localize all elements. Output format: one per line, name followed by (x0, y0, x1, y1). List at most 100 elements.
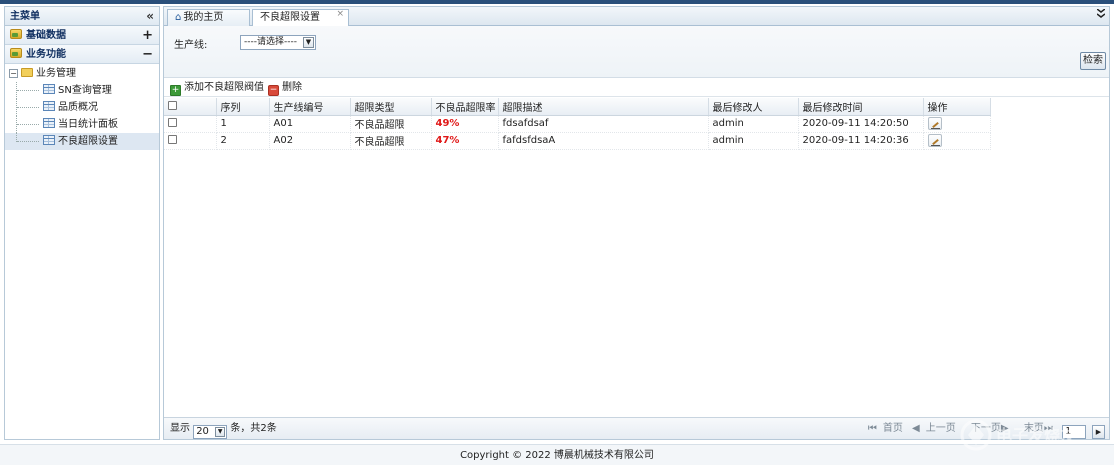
sidebar-item-sn-query[interactable]: SN查询管理 (5, 82, 159, 99)
data-grid: 序列 生产线编号 超限类型 不良品超限率 超限描述 最后修改人 最后修改时间 操… (164, 98, 1110, 150)
tab-scroll-icon[interactable] (1096, 8, 1106, 21)
cell-desc: fafdsfdsaA (498, 132, 709, 150)
row-select-cell (164, 132, 217, 150)
group-label: 业务功能 (26, 49, 66, 60)
tree-line (17, 107, 39, 108)
tab-bar: ⌂ 我的主页 不良超限设置 × (164, 7, 1109, 27)
grid-icon (43, 135, 55, 145)
first-page-button[interactable]: ⏮ 首页 (868, 423, 903, 434)
copyright-text: Copyright © 2022 博晨机械技术有限公司 (460, 450, 654, 461)
production-line-select[interactable]: ----请选择---- ▼ (240, 35, 316, 50)
toolbar: + 添加不良超限阀值 − 删除 (164, 78, 1109, 97)
sidebar-header: 主菜单 « (5, 7, 159, 26)
sidebar-item-quality-overview[interactable]: 品质概况 (5, 99, 159, 116)
select-all-header (164, 98, 217, 116)
col-header[interactable]: 超限描述 (498, 98, 709, 116)
col-header: 操作 (923, 98, 991, 116)
footer: Copyright © 2022 博晨机械技术有限公司 (0, 444, 1114, 465)
cell-type: 不良品超限 (350, 115, 432, 133)
page-number-input[interactable]: 1 (1062, 425, 1086, 439)
sidebar: 主菜单 « 基础数据 + 业务功能 − − 业务管理 SN查询管理 品质概况 当日… (4, 6, 160, 440)
select-all-checkbox[interactable] (168, 100, 177, 110)
tab-home[interactable]: ⌂ 我的主页 (167, 9, 250, 26)
cell-modifier: admin (708, 115, 799, 133)
first-page-label: 首页 (882, 423, 903, 434)
sidebar-item-daily-stats[interactable]: 当日统计面板 (5, 116, 159, 133)
folder-icon (21, 68, 33, 77)
home-icon: ⌂ (175, 12, 182, 23)
tree-line (17, 141, 39, 142)
threshold-table: 序列 生产线编号 超限类型 不良品超限率 超限描述 最后修改人 最后修改时间 操… (164, 98, 991, 150)
col-header[interactable]: 序列 (216, 98, 270, 116)
page-size-value: 20 (196, 426, 209, 437)
col-header[interactable]: 最后修改人 (708, 98, 799, 116)
col-header[interactable]: 最后修改时间 (798, 98, 924, 116)
cell-seq: 1 (216, 115, 270, 133)
sidebar-title: 主菜单 (10, 11, 40, 22)
prev-page-button[interactable]: ◀ 上一页 (912, 423, 956, 434)
filter-bar: 生产线: ----请选择---- ▼ 检索 (164, 26, 1109, 78)
tree-collapse-icon[interactable]: − (9, 69, 18, 78)
sidebar-group-business[interactable]: 业务功能 − (5, 45, 159, 64)
add-label: 添加不良超限阀值 (184, 82, 264, 93)
page-size-control: 显示 20 ▼ 条，共2条 (170, 422, 277, 439)
menu-tree: − 业务管理 SN查询管理 品质概况 当日统计面板 不良超限设置 (5, 64, 159, 150)
row-checkbox[interactable] (168, 118, 177, 127)
sidebar-item-label: 不良超限设置 (58, 136, 118, 147)
edit-icon[interactable] (927, 116, 942, 130)
tab-label: 我的主页 (183, 12, 224, 23)
grid-icon (43, 84, 55, 94)
table-row[interactable]: 2 A02 不良品超限 47% fafdsfdsaA admin 2020-09… (164, 132, 991, 150)
tab-label: 不良超限设置 (260, 12, 320, 23)
collapse-group-icon[interactable]: − (142, 45, 153, 64)
last-page-button[interactable]: 末页⏭ (1018, 423, 1053, 434)
chevron-down-icon: ▼ (303, 37, 314, 48)
delete-button[interactable]: − 删除 (268, 81, 302, 96)
table-row[interactable]: 1 A01 不良品超限 49% fdsafdsaf admin 2020-09-… (164, 115, 991, 133)
search-button[interactable]: 检索 (1080, 52, 1106, 70)
page-nav: ⏮ 首页 ◀ 上一页 下一页▶ 末页⏭ 1 ▶ (862, 422, 1105, 439)
production-line-label: 生产线: (174, 40, 208, 51)
show-label: 显示 (170, 423, 190, 434)
next-page-button[interactable]: 下一页▶ (965, 423, 1009, 434)
pagination-bar: 显示 20 ▼ 条，共2条 ⏮ 首页 ◀ 上一页 下一页▶ 末页⏭ 1 ▶ (164, 417, 1109, 439)
sidebar-item-label: 当日统计面板 (58, 119, 118, 130)
expand-icon[interactable]: + (142, 26, 153, 45)
folder-label: 业务管理 (36, 68, 76, 79)
grid-icon (43, 101, 55, 111)
record-summary: 条，共2条 (230, 423, 277, 434)
group-label: 基础数据 (26, 30, 66, 41)
module-icon (10, 29, 22, 39)
tree-folder-business-mgmt[interactable]: − 业务管理 (5, 65, 159, 82)
close-icon[interactable]: × (336, 7, 344, 22)
cell-desc: fdsafdsaf (498, 115, 709, 133)
cell-actions (923, 115, 991, 133)
go-page-icon[interactable]: ▶ (1092, 425, 1105, 439)
cell-modifier: admin (708, 132, 799, 150)
col-header[interactable]: 生产线编号 (269, 98, 351, 116)
col-header[interactable]: 不良品超限率 (431, 98, 499, 116)
tab-defect-limit-settings[interactable]: 不良超限设置 × (252, 9, 349, 27)
main-panel: ⌂ 我的主页 不良超限设置 × 生产线: ----请选择---- ▼ 检索 + 添加… (163, 6, 1110, 440)
cell-rate: 47% (431, 132, 499, 150)
chevron-down-icon: ▼ (215, 427, 226, 437)
add-threshold-button[interactable]: + 添加不良超限阀值 (170, 81, 264, 96)
collapse-icon[interactable]: « (146, 7, 154, 26)
page-size-select[interactable]: 20 ▼ (193, 425, 228, 439)
cell-time: 2020-09-11 14:20:50 (798, 115, 924, 133)
cell-type: 不良品超限 (350, 132, 432, 150)
cell-rate: 49% (431, 115, 499, 133)
sidebar-item-defect-limit[interactable]: 不良超限设置 (5, 133, 159, 150)
grid-icon (43, 118, 55, 128)
select-value: ----请选择---- (244, 37, 297, 47)
sidebar-group-basic-data[interactable]: 基础数据 + (5, 26, 159, 45)
sidebar-item-label: 品质概况 (58, 102, 98, 113)
row-checkbox[interactable] (168, 135, 177, 144)
col-header[interactable]: 超限类型 (350, 98, 432, 116)
tree-line (17, 124, 39, 125)
last-page-label: 末页 (1023, 423, 1044, 434)
cell-seq: 2 (216, 132, 270, 150)
row-select-cell (164, 115, 217, 133)
cell-actions (923, 132, 991, 150)
edit-icon[interactable] (927, 133, 942, 147)
